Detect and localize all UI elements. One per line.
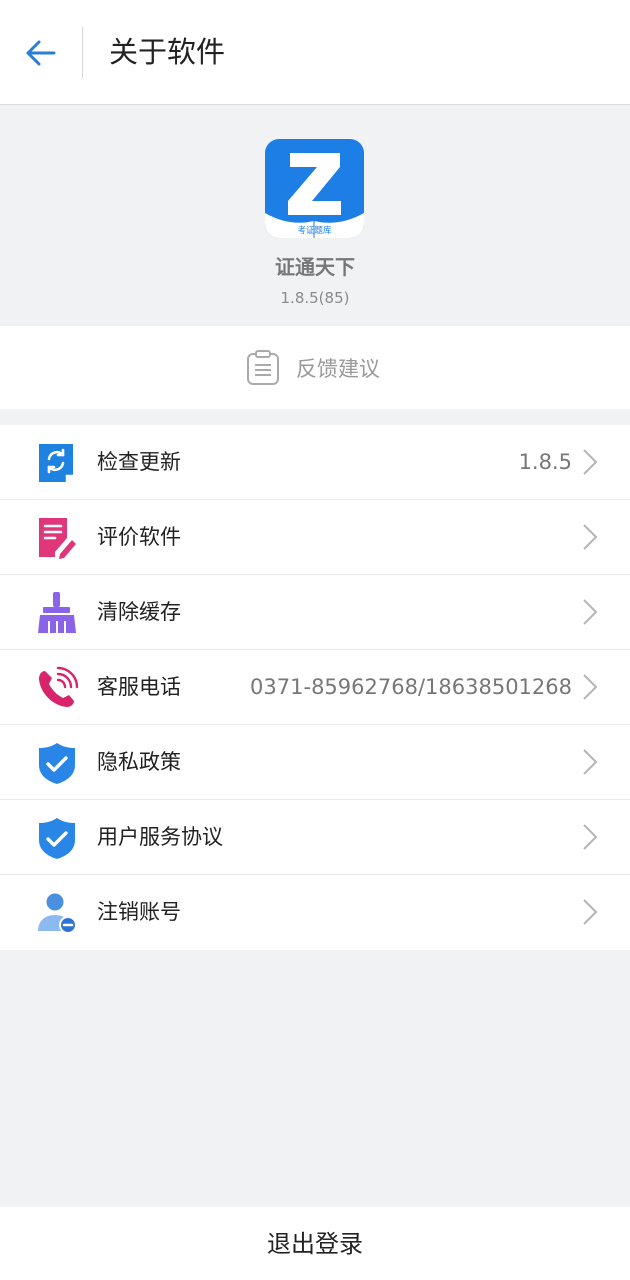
user-remove-icon: [38, 893, 77, 934]
logout-button[interactable]: 退出登录: [0, 1207, 630, 1280]
back-button[interactable]: [18, 30, 64, 76]
menu-item-label: 检查更新: [97, 450, 181, 474]
app-version: 1.8.5(85): [280, 289, 350, 307]
menu-item-label: 清除缓存: [97, 600, 181, 624]
feedback-button[interactable]: 反馈建议: [0, 326, 630, 409]
app-info-section: 考证题库 证通天下 1.8.5(85): [0, 106, 630, 326]
menu-item-rate-app[interactable]: 评价软件: [0, 500, 630, 575]
menu-item-label: 隐私政策: [97, 750, 181, 774]
chevron-right-icon: [583, 524, 598, 550]
arrow-left-icon: [26, 40, 56, 66]
chevron-right-icon: [583, 674, 598, 700]
broom-icon: [38, 592, 76, 633]
menu-item-label: 评价软件: [97, 525, 181, 549]
menu-item-privacy-policy[interactable]: 隐私政策: [0, 725, 630, 800]
settings-menu: 检查更新 1.8.5 评价软件 清除缓存 客服电话 0371-85962768/…: [0, 425, 630, 950]
app-logo-caption: 考证题库: [297, 225, 332, 236]
phone-call-icon: [39, 666, 78, 707]
top-bar: 关于软件: [0, 0, 630, 105]
clipboard-icon: [247, 350, 279, 385]
phone-number-value: 0371-85962768/18638501268: [250, 675, 572, 699]
chevron-right-icon: [583, 824, 598, 850]
menu-item-label: 注销账号: [97, 900, 181, 924]
chevron-right-icon: [583, 899, 598, 925]
feedback-label: 反馈建议: [296, 357, 380, 381]
chevron-right-icon: [583, 749, 598, 775]
menu-item-user-agreement[interactable]: 用户服务协议: [0, 800, 630, 875]
menu-item-label: 用户服务协议: [97, 825, 223, 849]
shield-check-icon: [39, 818, 75, 859]
chevron-right-icon: [583, 599, 598, 625]
chevron-right-icon: [583, 449, 598, 475]
current-version-value: 1.8.5: [518, 450, 572, 474]
menu-item-delete-account[interactable]: 注销账号: [0, 875, 630, 950]
logout-label: 退出登录: [267, 1230, 363, 1258]
app-logo: 考证题库: [265, 139, 364, 238]
app-name: 证通天下: [275, 255, 355, 279]
edit-document-icon: [39, 518, 76, 559]
page-title: 关于软件: [109, 35, 226, 69]
title-divider: [82, 27, 83, 78]
menu-item-customer-service-phone[interactable]: 客服电话 0371-85962768/18638501268: [0, 650, 630, 725]
refresh-document-icon: [39, 444, 73, 482]
menu-item-check-update[interactable]: 检查更新 1.8.5: [0, 425, 630, 500]
shield-check-icon: [39, 743, 75, 784]
menu-item-label: 客服电话: [97, 675, 181, 699]
menu-item-clear-cache[interactable]: 清除缓存: [0, 575, 630, 650]
